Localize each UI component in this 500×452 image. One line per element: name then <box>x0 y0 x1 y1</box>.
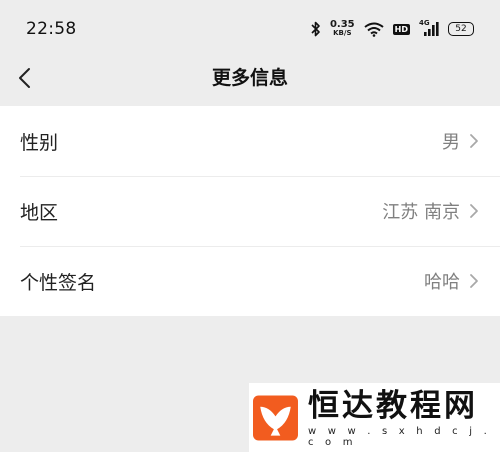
hd-badge: HD <box>392 23 410 35</box>
page-title: 更多信息 <box>211 67 288 89</box>
net-speed: 0.35 KB/S <box>330 20 355 38</box>
net-speed-unit: KB/S <box>333 29 352 37</box>
status-bar: 22:58 0.35 KB/S HD 4G 52 <box>0 0 500 58</box>
signal-bars-icon <box>424 22 439 36</box>
row-label: 个性签名 <box>20 271 97 294</box>
cellular-signal: 4G <box>419 19 439 37</box>
row-label: 性别 <box>20 131 59 154</box>
watermark-url: w w w . s x h d c j . c o m <box>307 425 491 448</box>
info-list: 性别 男 地区 江苏 南京 个性签名 哈哈 <box>0 106 500 316</box>
chevron-right-icon <box>470 274 478 288</box>
chevron-right-icon <box>470 204 478 218</box>
site-logo-icon <box>253 395 298 440</box>
row-region[interactable]: 地区 江苏 南京 <box>0 176 500 246</box>
battery-indicator: 52 <box>448 22 474 36</box>
status-icons: 0.35 KB/S HD 4G 52 <box>311 19 474 38</box>
row-gender[interactable]: 性别 男 <box>0 106 500 176</box>
row-signature[interactable]: 个性签名 哈哈 <box>0 246 500 316</box>
row-label: 地区 <box>20 201 59 224</box>
net-speed-value: 0.35 <box>329 19 355 30</box>
row-value: 江苏 南京 <box>382 202 460 223</box>
site-watermark: 恒达教程网 w w w . s x h d c j . c o m <box>249 383 500 452</box>
wifi-icon <box>364 22 384 37</box>
row-value: 哈哈 <box>424 272 460 293</box>
nav-bar: 更多信息 <box>0 58 500 106</box>
watermark-text: 恒达教程网 w w w . s x h d c j . c o m <box>308 388 500 448</box>
status-time: 22:58 <box>26 19 77 39</box>
watermark-title: 恒达教程网 <box>307 387 478 424</box>
chevron-right-icon <box>470 134 478 148</box>
row-value: 男 <box>442 132 460 153</box>
bluetooth-icon <box>311 21 320 37</box>
